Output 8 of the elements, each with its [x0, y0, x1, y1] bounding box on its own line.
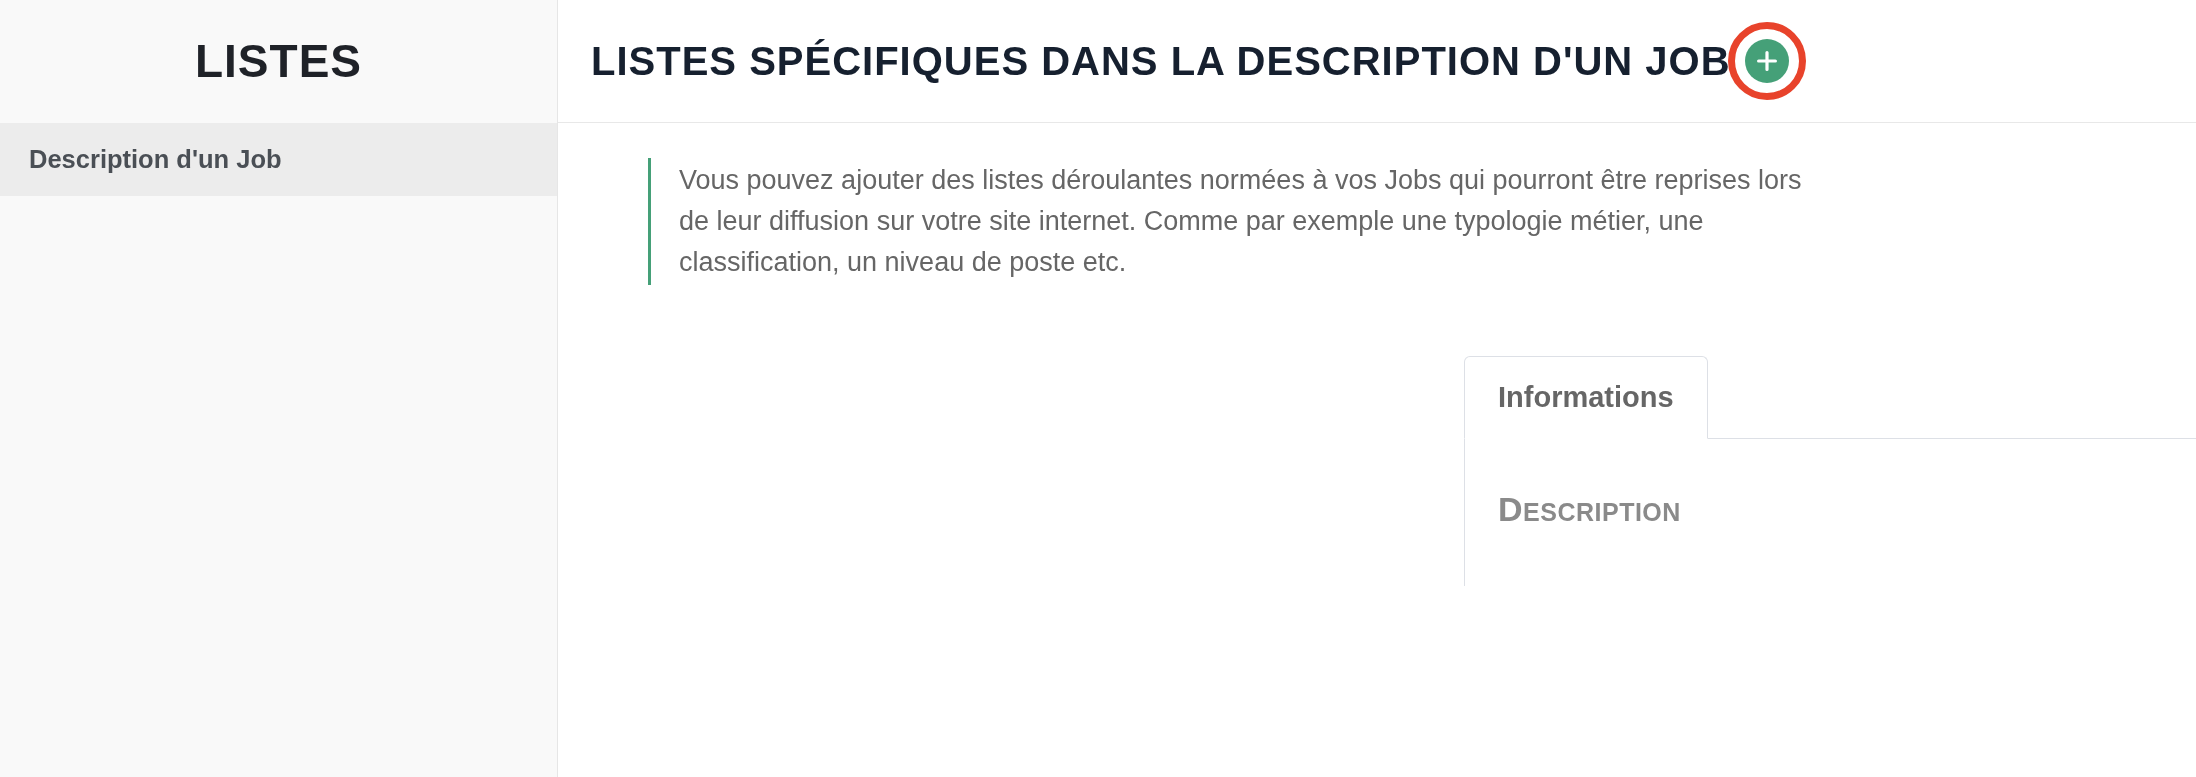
intro-text: Vous pouvez ajouter des listes déroulantes normées à vos Jobs qui pourront être reprises lors de leur diffusion sur votre site internet. Comme par exemple une typologie métier, une classification, un niveau de poste etc.	[648, 158, 1819, 285]
page-title: LISTES SPÉCIFIQUES DANS LA DESCRIPTION D'UN JOB	[591, 39, 1731, 83]
add-button[interactable]	[1744, 39, 1789, 83]
tab[interactable]: Informations	[1464, 356, 1708, 439]
plus-icon	[1756, 51, 1777, 71]
sidebar-title: LISTES	[195, 36, 362, 87]
section-title: DESCRIPTION	[1498, 489, 1682, 530]
sidebar-item[interactable]: Description d'un Job	[0, 123, 557, 196]
